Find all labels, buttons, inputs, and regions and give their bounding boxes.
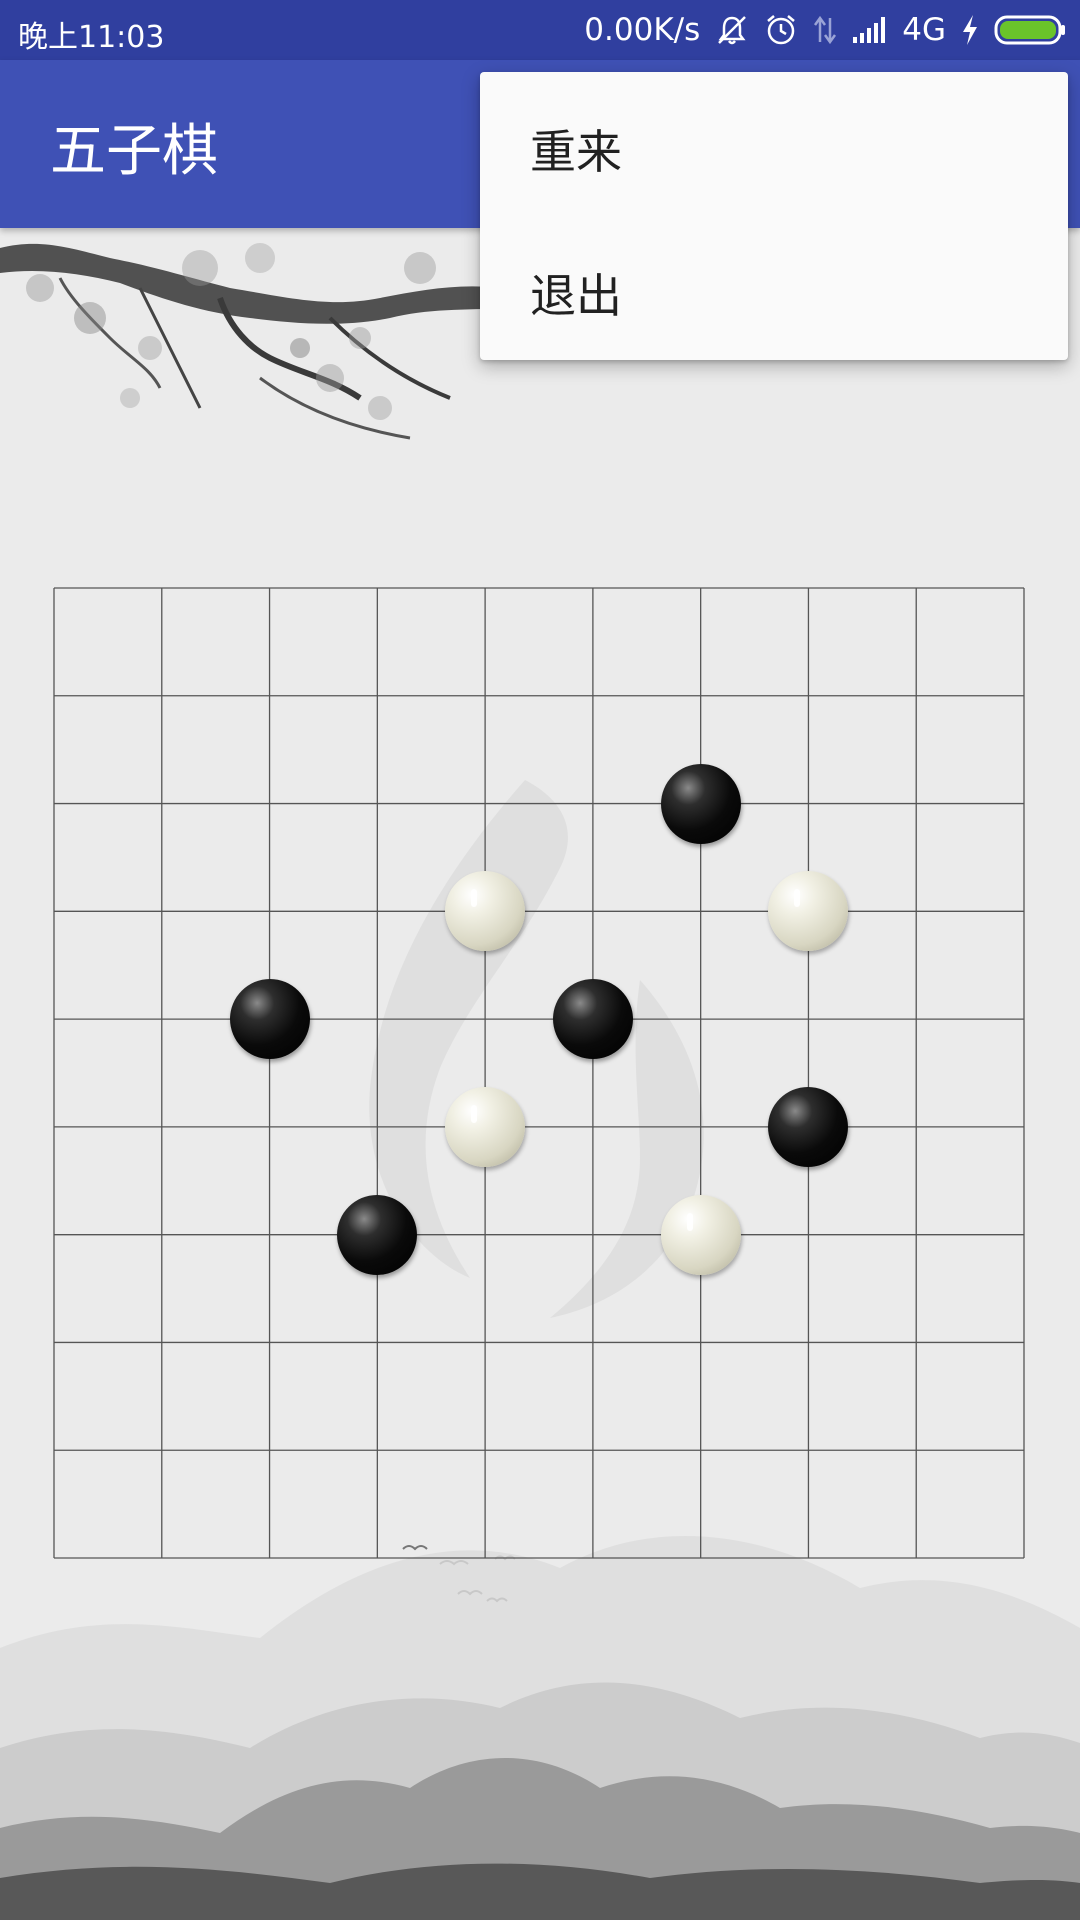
- mute-icon: [714, 12, 750, 48]
- charging-icon: [960, 13, 980, 47]
- network-type: 4G: [902, 12, 946, 48]
- menu-item-exit-label: 退出: [530, 269, 622, 323]
- black-stone: [660, 763, 741, 844]
- network-speed: 0.00K/s: [584, 12, 701, 48]
- black-stone: [768, 1086, 849, 1167]
- black-stone: [229, 979, 310, 1060]
- plum-branch-illustration: [0, 243, 528, 440]
- data-transfer-icon: [812, 12, 838, 48]
- gomoku-board[interactable]: [53, 587, 1025, 1559]
- white-stone: [445, 1086, 526, 1167]
- app-title: 五子棋: [50, 119, 218, 184]
- board-grid: [53, 587, 1025, 1559]
- black-stone: [552, 979, 633, 1060]
- white-stone: [768, 871, 849, 952]
- menu-item-exit[interactable]: 退出: [480, 216, 1068, 360]
- menu-item-restart-label: 重来: [530, 125, 622, 179]
- alarm-icon: [764, 12, 798, 48]
- overflow-menu: 重来 退出: [480, 72, 1068, 360]
- battery-icon: [994, 14, 1066, 46]
- status-time: 晚上11:03: [18, 20, 165, 55]
- black-stone: [337, 1194, 418, 1275]
- white-stone: [445, 871, 526, 952]
- white-stone: [660, 1194, 741, 1275]
- status-bar: 晚上11:03 0.00K/s 4G: [0, 0, 1080, 60]
- mountains-illustration: [0, 1535, 1080, 1920]
- menu-item-restart[interactable]: 重来: [480, 72, 1068, 216]
- status-indicators: 0.00K/s 4G: [584, 8, 1066, 52]
- signal-icon: [852, 15, 888, 45]
